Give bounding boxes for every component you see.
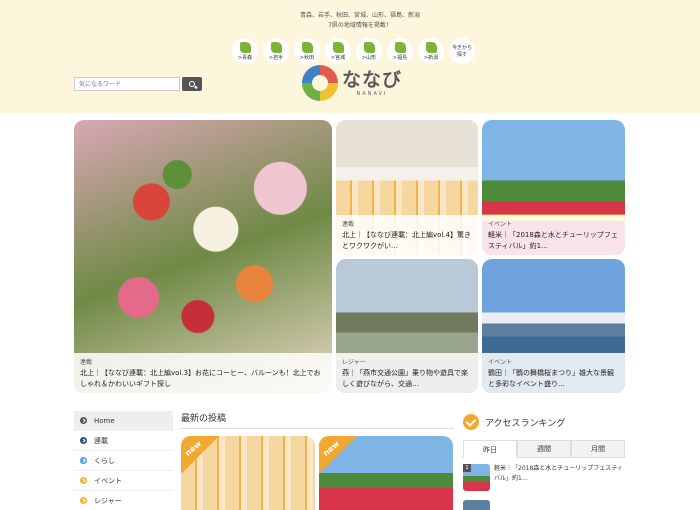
nav-item-event[interactable]: イベント (74, 471, 173, 491)
pref-fukushima-button[interactable]: >福島 (387, 38, 413, 64)
pref-aomori-button[interactable]: >青森 (232, 38, 258, 64)
check-icon (463, 414, 479, 430)
tab-monthly[interactable]: 月間 (571, 440, 625, 458)
search-button[interactable] (182, 77, 202, 91)
feature-caption: 連載 北上｜【ななび連載：北上編vol.3】お花にコーヒー、バルーンも！北上でお… (74, 353, 332, 393)
map-icon (425, 41, 437, 53)
search-input[interactable] (74, 77, 180, 91)
map-icon (301, 41, 313, 53)
feature-title: 北上｜【ななび連載：北上編vol.4】驚きとワクワクがい… (342, 231, 472, 250)
tab-yesterday[interactable]: 昨日 (463, 440, 517, 458)
chevron-right-icon (80, 417, 87, 424)
latest-posts-heading: 最新の投稿 (181, 411, 454, 429)
logo-subtext: NANAVI (356, 91, 388, 97)
feature-title: 軽米｜「2018森と水とチューリップフェスティバル」約1… (488, 231, 618, 250)
search-from-button[interactable]: 今ぎから 探す (449, 38, 475, 64)
tagline-line-2: 7県の地域情報を掲載！ (328, 22, 392, 29)
pref-iwate-button[interactable]: >岩手 (263, 38, 289, 64)
feature-card-3[interactable]: イベント 軽米｜「2018森と水とチューリップフェスティバル」約1… (482, 120, 625, 255)
ranking-tabs: 昨日 週間 月間 (463, 440, 625, 458)
prefecture-nav: >青森 >岩手 >秋田 >宮城 >山形 >福島 >新潟 今ぎから 探す (232, 38, 475, 64)
feature-title: 北上｜【ななび連載：北上編vol.3】お花にコーヒー、バルーンも！北上でおしゃれ… (80, 369, 321, 388)
ranking-item-title: 軽米｜「2018森と水とチューリップフェスティバル」約1… (494, 465, 623, 482)
pref-niigata-button[interactable]: >新潟 (418, 38, 444, 64)
pref-miyagi-button[interactable]: >宮城 (325, 38, 351, 64)
nav-item-series[interactable]: 連載 (74, 431, 173, 451)
ranking-title: アクセスランキング (485, 418, 566, 429)
latest-post-1[interactable]: new (181, 436, 315, 510)
map-icon (239, 41, 251, 53)
feature-caption: イベント 軽米｜「2018森と水とチューリップフェスティバル」約1… (482, 215, 625, 255)
ranking-item[interactable]: 1 軽米｜「2018森と水とチューリップフェスティバル」約1… (463, 464, 625, 494)
latest-post-2[interactable]: new (319, 436, 453, 510)
feature-category: 連載 (80, 359, 93, 366)
feature-title: 鶴田｜「鶴の舞橋桜まつり」雄大な景観と多彩なイベント盛り… (488, 369, 614, 388)
map-icon (270, 41, 282, 53)
category-nav: Home 連載 くらし イベント レジャー (74, 411, 173, 510)
logo-text: ななび (342, 69, 403, 91)
feature-title: 燕｜「燕市交通公園」乗り物や遊具で楽しく遊びながら、交通… (342, 369, 468, 388)
feature-caption: イベント 鶴田｜「鶴の舞橋桜まつり」雄大な景観と多彩なイベント盛り… (482, 353, 625, 393)
ranking-thumbnail (463, 500, 490, 510)
nav-item-leisure[interactable]: レジャー (74, 491, 173, 510)
feature-category: レジャー (342, 359, 366, 366)
rank-number: 1 (463, 464, 471, 472)
feature-card-4[interactable]: レジャー 燕｜「燕市交通公園」乗り物や遊具で楽しく遊びながら、交通… (336, 259, 478, 393)
chevron-right-icon (80, 457, 87, 464)
ranking-header: アクセスランキング (463, 411, 625, 433)
pref-akita-button[interactable]: >秋田 (294, 38, 320, 64)
feature-card-2[interactable]: 連載 北上｜【ななび連載：北上編vol.4】驚きとワクワクがい… (336, 120, 478, 255)
chevron-right-icon (80, 477, 87, 484)
feature-card-1[interactable]: 連載 北上｜【ななび連載：北上編vol.3】お花にコーヒー、バルーンも！北上でお… (74, 120, 332, 393)
map-icon (394, 41, 406, 53)
tagline-line-1: 青森、岩手、秋田、宮城、山形、福島、新潟 (299, 12, 420, 19)
map-icon (363, 41, 375, 53)
map-icon (332, 41, 344, 53)
site-header: 青森、岩手、秋田、宮城、山形、福島、新潟 7県の地域情報を掲載！ >青森 >岩手… (0, 0, 700, 113)
feature-caption: 連載 北上｜【ななび連載：北上編vol.4】驚きとワクワクがい… (336, 215, 478, 255)
logo-mark-icon (302, 65, 338, 101)
pref-yamagata-button[interactable]: >山形 (356, 38, 382, 64)
feature-category: 連載 (342, 221, 355, 228)
site-logo[interactable]: ななび NANAVI (302, 65, 402, 101)
chevron-right-icon (80, 497, 87, 504)
feature-caption: レジャー 燕｜「燕市交通公園」乗り物や遊具で楽しく遊びながら、交通… (336, 353, 478, 393)
tagline: 青森、岩手、秋田、宮城、山形、福島、新潟 7県の地域情報を掲載！ (290, 11, 430, 31)
feature-card-5[interactable]: イベント 鶴田｜「鶴の舞橋桜まつり」雄大な景観と多彩なイベント盛り… (482, 259, 625, 393)
chevron-right-icon (80, 437, 87, 444)
feature-category: イベント (488, 221, 513, 228)
ranking-item[interactable] (463, 500, 625, 510)
ranking-thumbnail: 1 (463, 464, 490, 491)
search-icon (189, 81, 195, 87)
tab-weekly[interactable]: 週間 (517, 440, 571, 458)
nav-item-living[interactable]: くらし (74, 451, 173, 471)
feature-category: イベント (488, 359, 513, 366)
nav-item-home[interactable]: Home (74, 411, 173, 431)
